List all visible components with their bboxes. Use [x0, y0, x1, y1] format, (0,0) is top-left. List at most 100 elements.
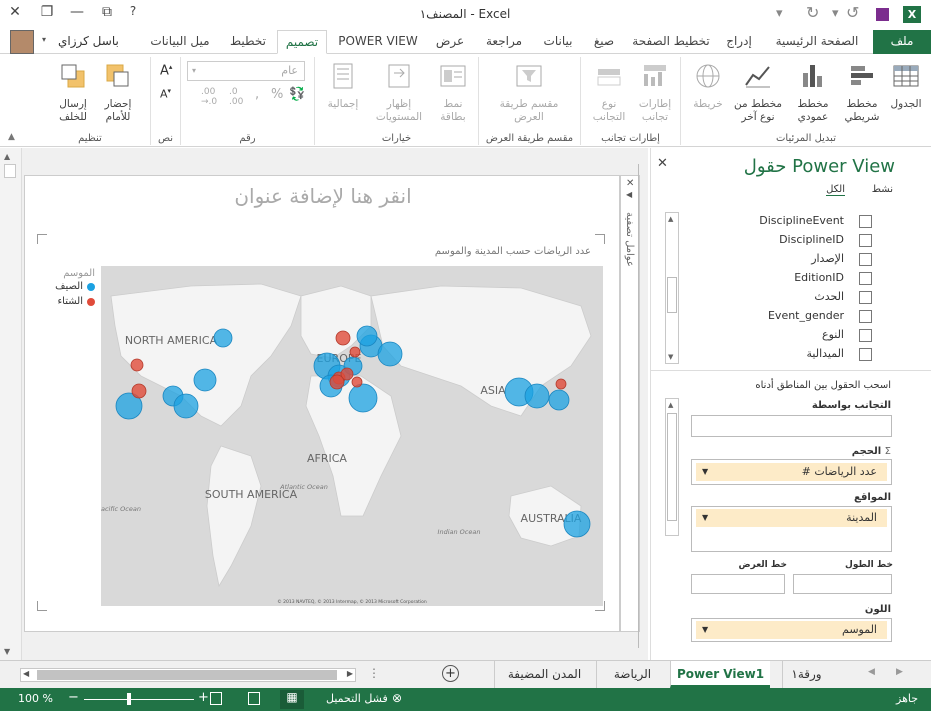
field-checkbox[interactable]: [859, 291, 872, 304]
chevron-down-icon[interactable]: ▼: [702, 621, 708, 639]
collapse-ribbon-icon[interactable]: ▲: [8, 132, 15, 142]
field-checkbox[interactable]: [859, 272, 872, 285]
tab-page-layout[interactable]: تخطيط الصفحة: [628, 30, 714, 54]
minimize-icon[interactable]: —: [66, 4, 88, 24]
size-field-chip[interactable]: ▼ # عدد الرياضات: [696, 463, 887, 481]
field-item-label[interactable]: الحدث: [651, 290, 844, 303]
report-title-placeholder[interactable]: انقر هنا لإضافة عنوان: [25, 184, 621, 208]
comma-style-icon[interactable]: ,: [255, 87, 259, 102]
zoom-level[interactable]: 100 %: [18, 692, 53, 705]
filters-pane[interactable]: ✕ ◀ عوامل تصفية: [620, 175, 640, 632]
page-break-view-icon[interactable]: [210, 692, 222, 705]
summer-city-bubble[interactable]: [563, 510, 591, 538]
sheet-tab[interactable]: المدن المضيفة: [494, 661, 594, 688]
collapse-filters-icon[interactable]: ◀: [626, 190, 632, 199]
ribbon-display-icon[interactable]: ⧉: [96, 4, 118, 24]
tile-by-drop-zone[interactable]: [691, 415, 892, 437]
tab-formulas[interactable]: صيغ: [584, 30, 624, 54]
resize-handle[interactable]: [37, 601, 47, 611]
longitude-drop-zone[interactable]: [793, 574, 892, 594]
bar-chart-button[interactable]: مخطط شريطي: [839, 61, 885, 124]
tab-design[interactable]: تصميم: [277, 30, 327, 54]
new-sheet-icon[interactable]: +: [442, 665, 459, 682]
zoom-slider[interactable]: [84, 699, 194, 700]
tab-scroll-right-icon[interactable]: ▶: [896, 667, 903, 677]
field-item-label[interactable]: DisciplineID: [651, 233, 844, 246]
locations-field-chip[interactable]: ▼ المدينة: [696, 509, 887, 527]
percent-icon[interactable]: %: [271, 87, 283, 102]
summer-city-bubble[interactable]: [356, 325, 378, 347]
summer-city-bubble[interactable]: [548, 389, 570, 411]
winter-city-bubble[interactable]: [131, 383, 147, 399]
normal-view-icon[interactable]: ▦: [280, 690, 304, 709]
scroll-thumb[interactable]: [37, 670, 337, 680]
zoom-slider-thumb[interactable]: [127, 693, 131, 705]
scroll-thumb[interactable]: [4, 164, 16, 178]
tab-review[interactable]: مراجعة: [476, 30, 532, 54]
legend-item[interactable]: الشتاء: [49, 296, 95, 309]
field-item-label[interactable]: Event_gender: [651, 309, 844, 322]
winter-city-bubble[interactable]: [335, 330, 351, 346]
chevron-down-icon[interactable]: ▼: [702, 509, 708, 527]
decrease-font-icon[interactable]: A▾: [160, 87, 171, 101]
areas-scrollbar[interactable]: ▲: [665, 398, 679, 536]
sheet-tab[interactable]: ورقة١: [782, 661, 830, 688]
tab-power-view[interactable]: POWER VIEW: [332, 30, 424, 54]
legend-item[interactable]: الصيف: [49, 281, 95, 294]
decimal-increase-icon[interactable]: .0.00: [229, 87, 243, 107]
tiles-button[interactable]: إطارات تجانب: [633, 61, 677, 124]
table-button[interactable]: الجدول: [886, 61, 926, 111]
summer-city-bubble[interactable]: [348, 383, 378, 413]
show-levels-button[interactable]: إظهار المستويات: [371, 61, 427, 124]
tile-type-button[interactable]: نوع التجانب: [587, 61, 631, 124]
restore-icon[interactable]: ❐: [36, 4, 58, 24]
world-map[interactable]: NORTH AMERICAEUROPEASIAAFRICASOUTH AMERI…: [101, 266, 603, 606]
sheet-tab[interactable]: Power View1: [670, 661, 770, 688]
tab-home[interactable]: الصفحة الرئيسية: [764, 30, 870, 54]
summer-city-bubble[interactable]: [377, 341, 403, 367]
field-checkbox[interactable]: [859, 310, 872, 323]
horizontal-scrollbar[interactable]: ◀ ▶: [20, 668, 356, 682]
field-checkbox[interactable]: [859, 329, 872, 342]
field-checkbox[interactable]: [859, 234, 872, 247]
save-icon[interactable]: [876, 8, 889, 21]
field-item-label[interactable]: DisciplineEvent: [651, 214, 844, 227]
undo-icon[interactable]: ↺: [846, 3, 859, 22]
tab-view[interactable]: عرض: [428, 30, 472, 54]
other-chart-button[interactable]: مخطط من نوع آخر: [731, 61, 785, 124]
vertical-scrollbar[interactable]: ▲ ▼: [0, 148, 22, 660]
column-chart-button[interactable]: مخطط عمودي: [789, 61, 837, 124]
field-item-label[interactable]: النوع: [651, 328, 844, 341]
map-button[interactable]: خريطة: [687, 61, 729, 111]
color-field-chip[interactable]: ▼ الموسم: [696, 621, 887, 639]
number-format-select[interactable]: ▾ عام: [187, 61, 305, 81]
resize-handle[interactable]: [37, 234, 47, 244]
slicer-button[interactable]: مقسم طريقة العرض: [489, 61, 569, 124]
summer-city-bubble[interactable]: [173, 393, 199, 419]
chevron-down-icon[interactable]: ▼: [702, 463, 708, 481]
decimal-decrease-icon[interactable]: .00 →.0: [201, 87, 217, 107]
winter-city-bubble[interactable]: [130, 358, 144, 372]
zoom-in-icon[interactable]: +: [198, 690, 209, 705]
scroll-thumb[interactable]: [667, 413, 677, 521]
scroll-down-icon[interactable]: ▼: [4, 647, 10, 656]
close-pane-icon[interactable]: ✕: [657, 156, 668, 171]
field-checkbox[interactable]: [859, 253, 872, 266]
field-item-label[interactable]: الميدالية: [651, 347, 845, 360]
card-style-button[interactable]: نمط بطاقة: [431, 61, 475, 124]
close-icon[interactable]: ✕: [4, 4, 26, 24]
scroll-up-icon[interactable]: ▲: [668, 401, 673, 409]
close-filters-icon[interactable]: ✕: [626, 178, 634, 189]
summer-city-bubble[interactable]: [213, 328, 233, 348]
sheet-tab[interactable]: الرياضة: [596, 661, 668, 688]
split-handle-icon[interactable]: ⋮: [368, 666, 380, 680]
customize-qat-icon[interactable]: ▾: [776, 6, 783, 21]
undo-dropdown-icon[interactable]: ▾: [832, 6, 839, 21]
scroll-right-icon[interactable]: ▶: [347, 669, 353, 678]
locations-drop-zone[interactable]: ▼ المدينة: [691, 506, 892, 552]
color-drop-zone[interactable]: ▼ الموسم: [691, 618, 892, 642]
scroll-up-icon[interactable]: ▲: [4, 152, 10, 161]
tab-file[interactable]: ملف: [873, 30, 931, 54]
winter-city-bubble[interactable]: [329, 374, 345, 390]
field-checkbox[interactable]: [859, 348, 872, 361]
